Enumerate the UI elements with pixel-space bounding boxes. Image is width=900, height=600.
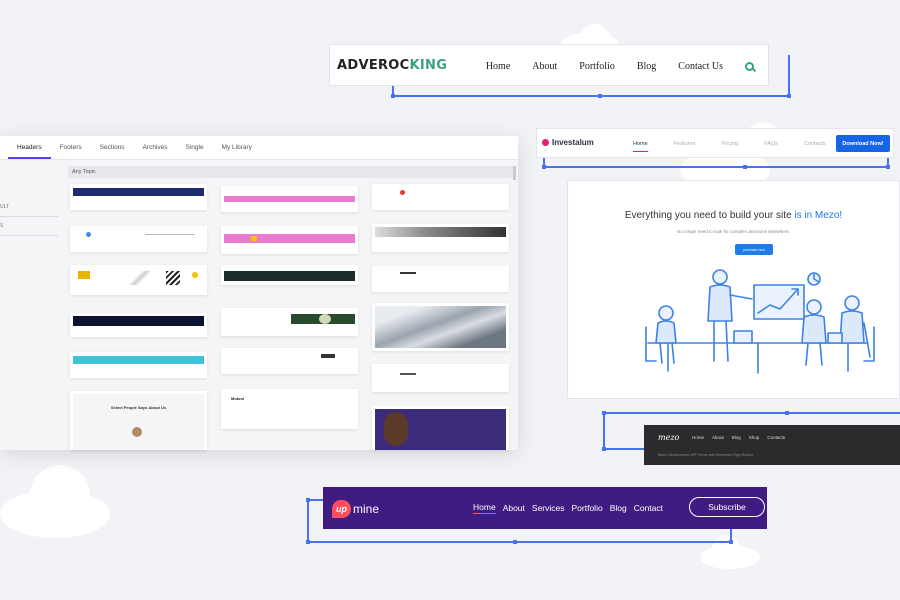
mezo-footer-preview: mezo Home About Blog Shop Contacts Mezo … — [644, 425, 900, 465]
template-thumbnail[interactable] — [221, 226, 358, 254]
footer-nav-contacts[interactable]: Contacts — [767, 435, 785, 440]
sidebar-item[interactable]: ULT — [0, 198, 58, 217]
logo-dot-icon — [542, 139, 549, 146]
nav-home[interactable]: Home — [633, 137, 648, 152]
library-sidebar: ULT S — [0, 160, 60, 450]
nav-portfolio[interactable]: Portfolio — [579, 61, 615, 72]
nav-contacts[interactable]: Contacts — [804, 141, 826, 147]
template-thumbnail[interactable] — [372, 303, 509, 351]
template-thumbnail[interactable] — [70, 313, 207, 337]
nav-contact-us[interactable]: Contact Us — [678, 61, 723, 72]
subscribe-button[interactable]: Subscribe — [689, 497, 765, 517]
template-thumbnail[interactable]: Mokroi — [221, 389, 358, 429]
upmine-nav: Home About Services Portfolio Blog Conta… — [473, 487, 663, 529]
nav-about[interactable]: About — [503, 503, 525, 513]
purchase-button[interactable]: purchase now — [735, 244, 773, 255]
logo-badge: up — [332, 500, 351, 518]
nav-portfolio[interactable]: Portfolio — [572, 503, 603, 513]
template-thumbnail[interactable] — [221, 186, 358, 212]
topic-filter[interactable]: Any Topic — [68, 166, 514, 178]
sidebar-item[interactable]: S — [0, 217, 58, 236]
cloud-decoration — [30, 465, 90, 525]
adverocking-nav: Home About Portfolio Blog Contact Us — [486, 45, 754, 87]
team-meeting-illustration — [645, 269, 875, 374]
template-thumbnail[interactable] — [372, 364, 509, 392]
mezo-hero-preview: Everything you need to build your site i… — [567, 180, 900, 399]
footer-copyright: Mezo | Multipurpose WP Theme with Elemen… — [658, 453, 753, 457]
template-thumbnail[interactable] — [372, 184, 509, 210]
hero-title: Everything you need to build your site i… — [624, 210, 843, 221]
nav-services[interactable]: Services — [532, 503, 565, 513]
template-thumbnail[interactable] — [70, 352, 207, 378]
template-thumbnail[interactable] — [70, 265, 207, 295]
library-tab-bar: Headers Footers Sections Archives Single… — [0, 136, 518, 160]
nav-blog[interactable]: Blog — [610, 503, 627, 513]
search-icon[interactable] — [745, 61, 754, 71]
download-now-button[interactable]: Download Now! — [836, 135, 890, 152]
footer-nav-about[interactable]: About — [712, 435, 724, 440]
template-library-window: Headers Footers Sections Archives Single… — [0, 136, 518, 450]
adverocking-header-preview[interactable]: ADVEROCKING Home About Portfolio Blog Co… — [329, 44, 769, 86]
nav-blog[interactable]: Blog — [637, 61, 656, 72]
nav-faqs[interactable]: FAQs — [764, 141, 778, 147]
template-thumbnail[interactable] — [372, 266, 509, 292]
template-thumbnail[interactable] — [221, 308, 358, 336]
investalum-nav: Home Features Pricing FAQs Contacts — [633, 129, 826, 159]
hero-subtitle: No longer need to look for complex decis… — [677, 229, 790, 234]
template-thumbnail[interactable] — [221, 265, 358, 285]
tab-headers[interactable]: Headers — [8, 144, 51, 159]
template-thumbnail[interactable] — [70, 226, 207, 252]
thumb-heading: Select People Says About Us — [110, 405, 167, 410]
nav-contact[interactable]: Contact — [634, 503, 663, 513]
tab-single[interactable]: Single — [177, 144, 213, 159]
tab-footers[interactable]: Footers — [51, 144, 91, 159]
template-thumbnail[interactable] — [70, 184, 207, 210]
template-thumbnail[interactable] — [221, 348, 358, 374]
footer-logo: mezo — [658, 433, 680, 442]
tab-archives[interactable]: Archives — [134, 144, 177, 159]
logo-word: mine — [353, 502, 380, 516]
adverocking-logo: ADVEROCKING — [337, 58, 448, 73]
footer-nav-shop[interactable]: Shop — [749, 435, 760, 440]
nav-home[interactable]: Home — [486, 61, 510, 72]
upmine-header-preview[interactable]: up mine Home About Services Portfolio Bl… — [323, 487, 767, 529]
thumb-brand: Mokroi — [231, 396, 245, 401]
footer-nav-blog[interactable]: Blog — [732, 435, 741, 440]
footer-nav: Home About Blog Shop Contacts — [692, 435, 785, 440]
upmine-logo: up mine — [332, 500, 379, 518]
investalum-header-preview[interactable]: Investalum Home Features Pricing FAQs Co… — [536, 128, 894, 158]
tab-sections[interactable]: Sections — [91, 144, 134, 159]
template-thumbnail[interactable] — [372, 224, 509, 252]
footer-nav-home[interactable]: Home — [692, 435, 704, 440]
nav-pricing[interactable]: Pricing — [721, 141, 738, 147]
nav-features[interactable]: Features — [674, 141, 696, 147]
template-thumbnail[interactable]: Select People Says About Us — [70, 391, 207, 450]
scrollbar[interactable] — [513, 166, 516, 180]
nav-about[interactable]: About — [532, 61, 557, 72]
tab-my-library[interactable]: My Library — [213, 144, 261, 159]
template-thumbnail[interactable] — [372, 406, 509, 450]
nav-home[interactable]: Home — [473, 502, 496, 514]
investalum-logo: Investalum — [542, 138, 594, 147]
